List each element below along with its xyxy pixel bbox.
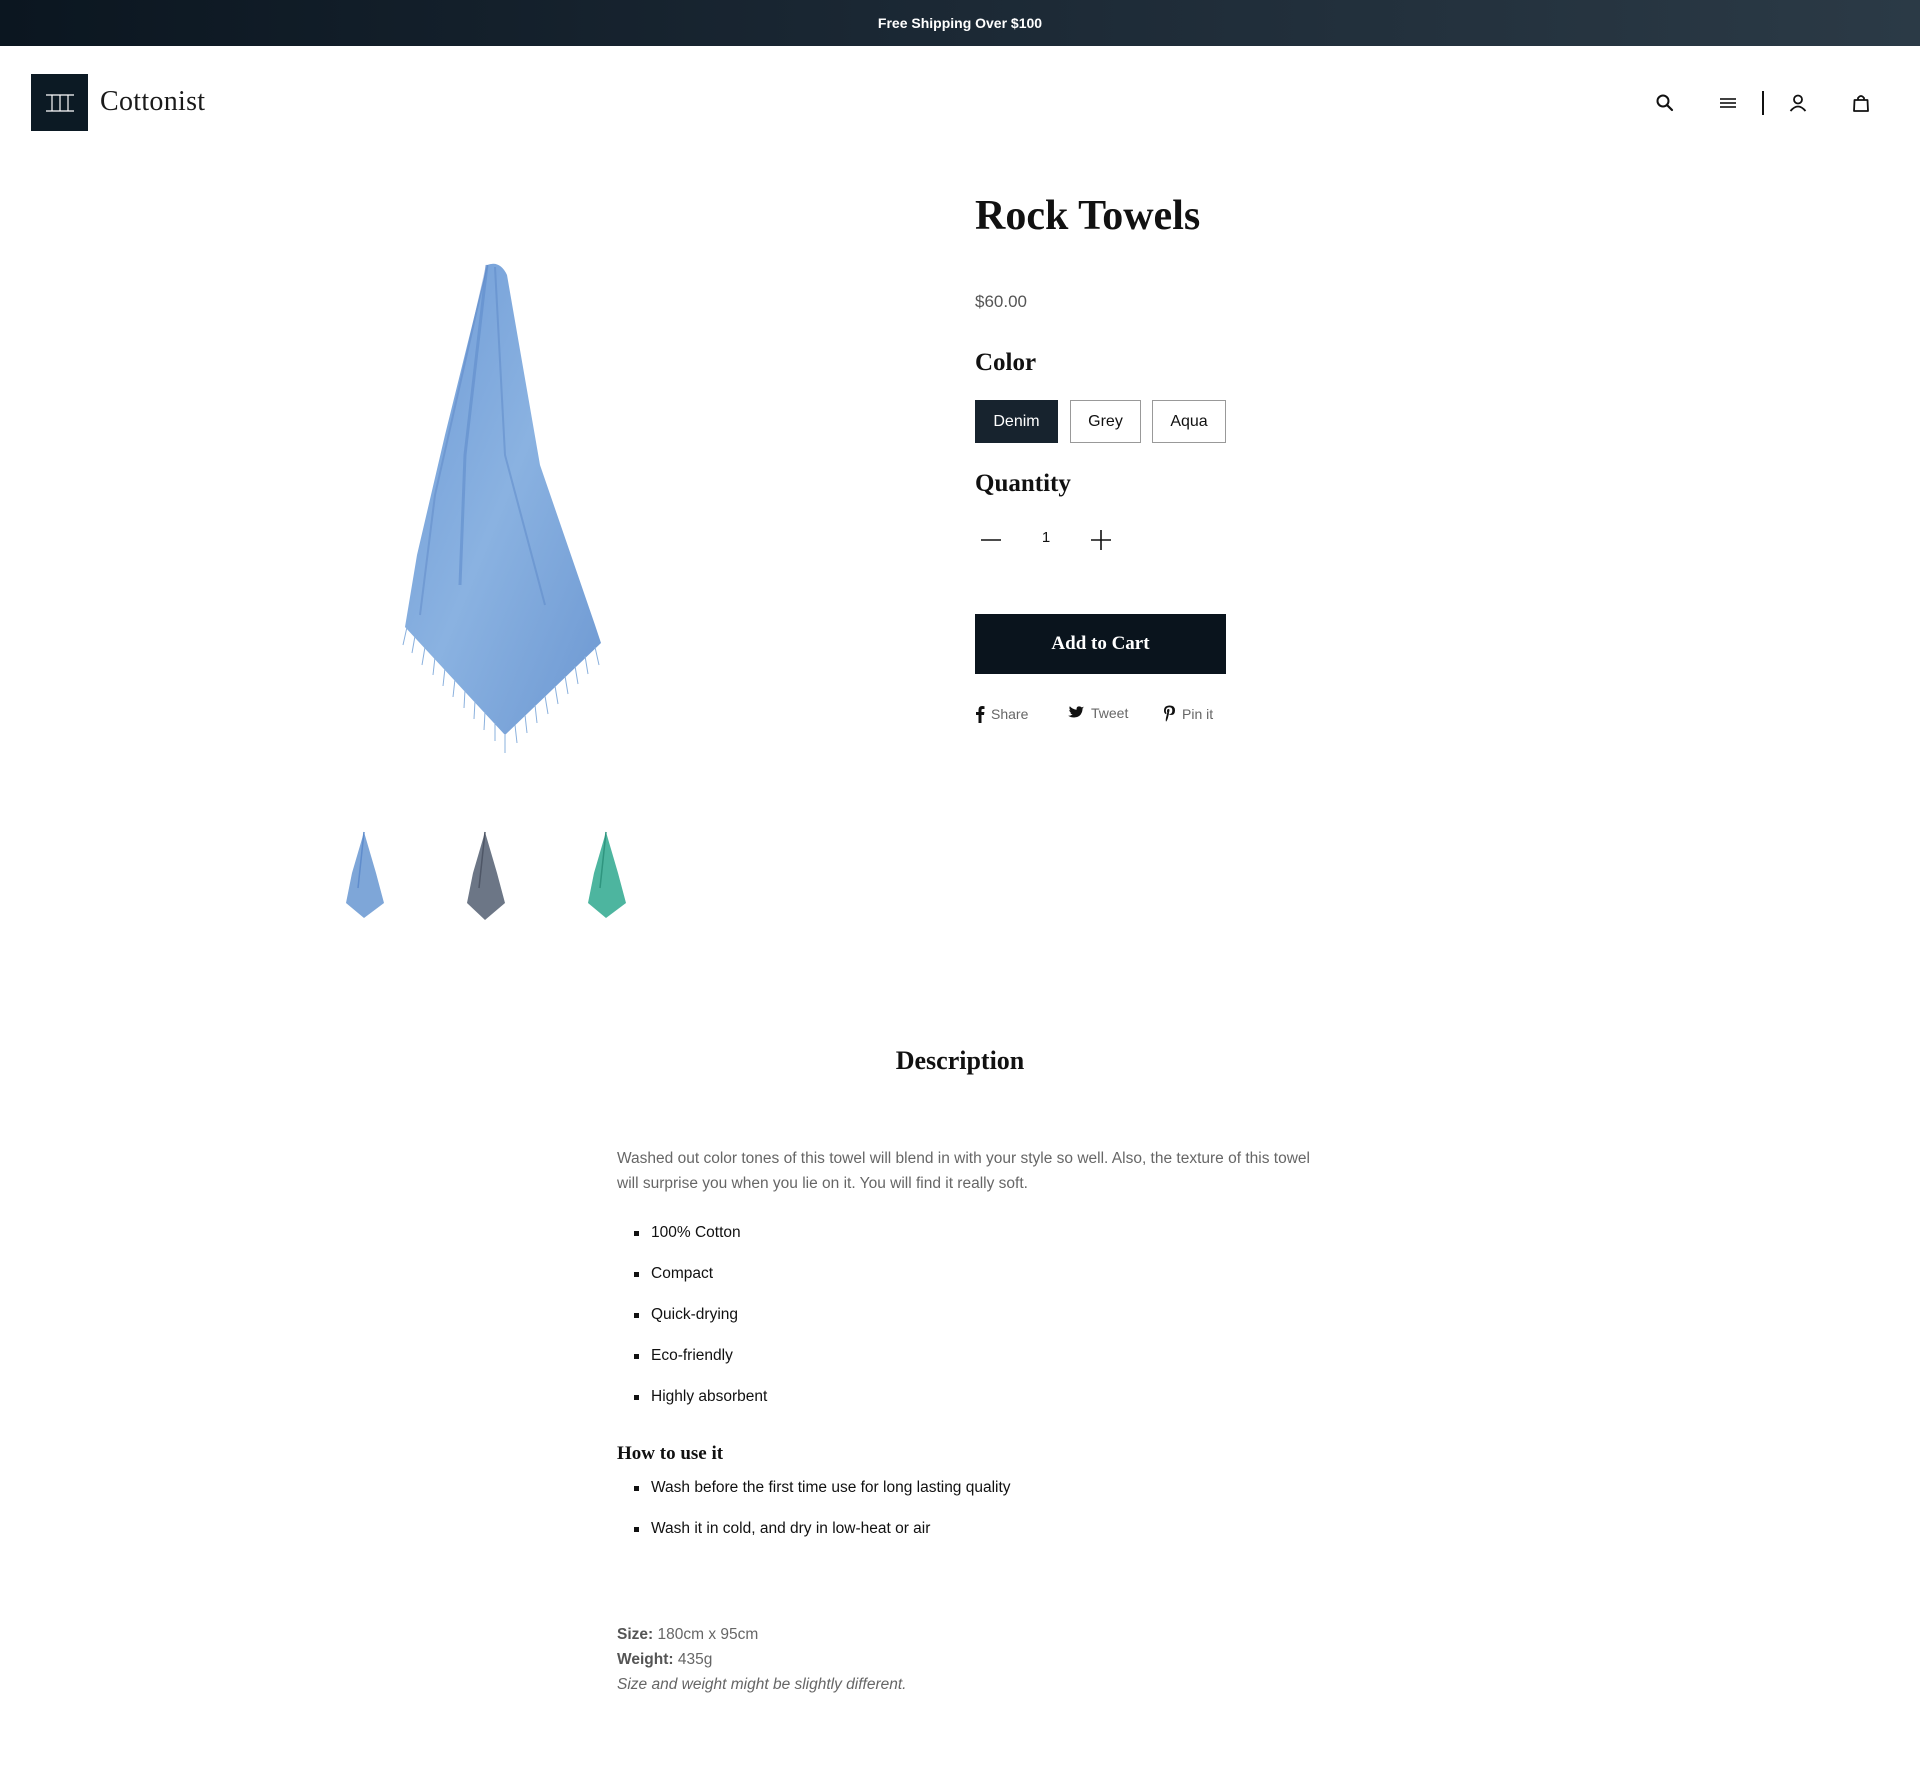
twitter-icon [1068, 705, 1085, 718]
facebook-icon [976, 706, 985, 723]
logo-mark[interactable] [31, 74, 88, 131]
weight-label: Weight: [617, 1651, 674, 1668]
quantity-value[interactable]: 1 [1036, 529, 1056, 546]
share-twitter-link[interactable]: Tweet [1067, 705, 1128, 721]
feature-item: Eco-friendly [633, 1346, 767, 1387]
size-spec: Size: 180cm x 95cm [617, 1626, 758, 1644]
feature-item: 100% Cotton [633, 1223, 767, 1264]
color-option-aqua[interactable]: Aqua [1152, 400, 1226, 443]
share-facebook-label: Share [991, 706, 1029, 722]
size-value: 180cm x 95cm [657, 1626, 759, 1643]
add-to-cart-button[interactable]: Add to Cart [975, 614, 1226, 674]
how-to-item: Wash it in cold, and dry in low-heat or … [634, 1519, 1011, 1560]
feature-item: Highly absorbent [633, 1387, 767, 1428]
description-text: Washed out color tones of this towel wil… [617, 1150, 1310, 1192]
pinterest-icon [1164, 705, 1175, 722]
quantity-decrease-button[interactable] [976, 528, 1006, 552]
how-to-item: Wash before the first time use for long … [634, 1478, 1011, 1519]
thumbnail-aqua[interactable] [576, 828, 636, 928]
announcement-text: Free Shipping Over $100 [877, 15, 1043, 31]
product-main-image[interactable] [395, 255, 620, 755]
product-title: Rock Towels [975, 193, 1201, 239]
site-header: Cottonist [0, 46, 1920, 160]
color-option-denim[interactable]: Denim [975, 400, 1058, 443]
thumbnail-denim[interactable] [334, 828, 394, 928]
quantity-increase-button[interactable] [1086, 528, 1116, 552]
color-option-grey[interactable]: Grey [1070, 400, 1141, 443]
weight-value: 435g [677, 1651, 713, 1668]
logo-icon [45, 93, 74, 112]
color-label: Color [975, 349, 1037, 376]
quantity-label: Quantity [975, 470, 1071, 497]
search-icon[interactable] [1652, 90, 1678, 116]
header-divider [1762, 91, 1764, 115]
features-list: 100% Cotton Compact Quick-drying Eco-fri… [633, 1223, 767, 1428]
share-facebook-link[interactable]: Share [975, 705, 1028, 723]
feature-item: Quick-drying [633, 1305, 767, 1346]
account-icon[interactable] [1785, 90, 1811, 116]
how-to-use-heading: How to use it [617, 1443, 724, 1464]
cart-icon[interactable] [1848, 90, 1874, 116]
weight-spec: Weight: 435g [617, 1651, 712, 1669]
feature-item: Compact [633, 1264, 767, 1305]
product-price: $60.00 [975, 292, 1027, 311]
announcement-bar: Free Shipping Over $100 [0, 0, 1920, 46]
description-heading: Description [895, 1046, 1025, 1075]
size-weight-note: Size and weight might be slightly differ… [617, 1676, 907, 1693]
brand-name[interactable]: Cottonist [100, 86, 205, 118]
share-pinterest-label: Pin it [1182, 705, 1214, 722]
thumbnail-grey[interactable] [455, 828, 515, 928]
size-label: Size: [617, 1626, 654, 1643]
how-to-use-list: Wash before the first time use for long … [634, 1478, 1011, 1560]
menu-icon[interactable] [1715, 90, 1741, 116]
share-twitter-label: Tweet [1091, 705, 1129, 721]
share-pinterest-link[interactable]: Pin it [1163, 705, 1213, 722]
